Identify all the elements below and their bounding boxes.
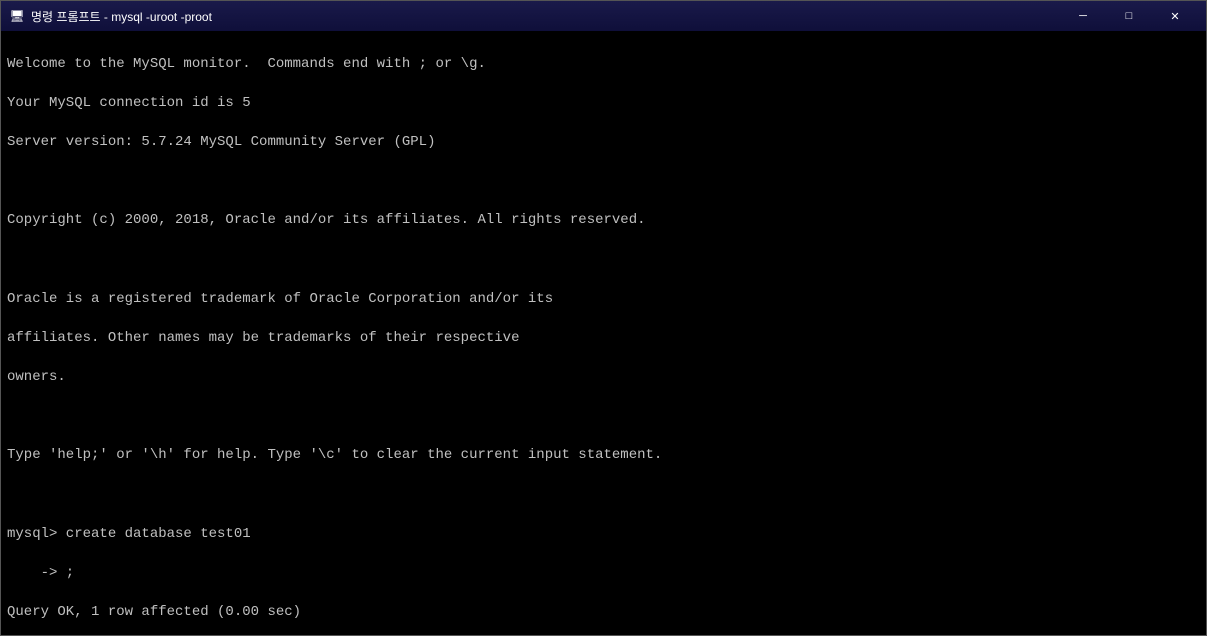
terminal-line-1: Your MySQL connection id is 5 [7, 94, 1200, 114]
title-bar-text: 명령 프롬프트 - mysql -uroot -proot [31, 8, 1060, 25]
title-bar-buttons: ─ □ ✕ [1060, 1, 1198, 31]
terminal-line-2: Server version: 5.7.24 MySQL Community S… [7, 133, 1200, 153]
close-button[interactable]: ✕ [1152, 1, 1198, 31]
terminal-line-empty-4 [7, 486, 1200, 506]
terminal-line-14: Query OK, 1 row affected (0.00 sec) [7, 603, 1200, 623]
title-bar: 🖥 명령 프롬프트 - mysql -uroot -proot ─ □ ✕ [1, 1, 1206, 31]
window-icon: 🖥 [9, 8, 25, 24]
terminal-line-12: mysql> create database test01 [7, 525, 1200, 545]
terminal-line-6: Oracle is a registered trademark of Orac… [7, 290, 1200, 310]
terminal-line-4: Copyright (c) 2000, 2018, Oracle and/or … [7, 211, 1200, 231]
terminal-line-10: Type 'help;' or '\h' for help. Type '\c'… [7, 446, 1200, 466]
terminal-line-8: owners. [7, 368, 1200, 388]
terminal-line-13: -> ; [7, 564, 1200, 584]
terminal-line-0: Welcome to the MySQL monitor. Commands e… [7, 55, 1200, 75]
minimize-button[interactable]: ─ [1060, 1, 1106, 31]
terminal-line-empty-1 [7, 172, 1200, 192]
terminal-line-7: affiliates. Other names may be trademark… [7, 329, 1200, 349]
maximize-button[interactable]: □ [1106, 1, 1152, 31]
terminal-body[interactable]: Welcome to the MySQL monitor. Commands e… [1, 31, 1206, 635]
terminal-line-empty-3 [7, 407, 1200, 427]
window: 🖥 명령 프롬프트 - mysql -uroot -proot ─ □ ✕ We… [0, 0, 1207, 636]
terminal-line-empty-2 [7, 251, 1200, 271]
